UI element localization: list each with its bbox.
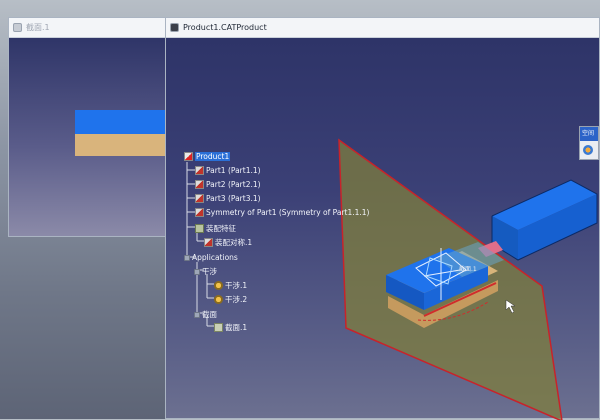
section-preview-title: 截面.1 xyxy=(26,23,50,32)
tree-node-product1[interactable]: Product1 xyxy=(184,152,231,161)
interference-icon xyxy=(214,281,223,290)
part-icon xyxy=(195,208,204,217)
space-analysis-icon[interactable] xyxy=(583,145,593,155)
application-icon xyxy=(194,268,200,275)
section-preview-window[interactable]: 截面.1 xyxy=(8,17,169,237)
part-icon xyxy=(195,180,204,189)
product-icon xyxy=(184,152,193,161)
application-icon xyxy=(194,311,200,318)
tree-node-symmetry-part1[interactable]: Symmetry of Part1 (Symmetry of Part1.1.1… xyxy=(195,208,369,217)
product-window[interactable]: Product1.CATProduct 截面.1 空间 xyxy=(165,17,600,420)
part-icon xyxy=(195,194,204,203)
part-icon xyxy=(204,238,213,247)
product-window-title: Product1.CATProduct xyxy=(183,23,267,32)
tree-node-interference[interactable]: 干涉 xyxy=(194,266,217,277)
section-plane-label: 截面.1 xyxy=(459,265,477,273)
part-icon xyxy=(195,166,204,175)
section-preview-viewport[interactable] xyxy=(9,38,169,236)
tree-node-section-1[interactable]: 截面.1 xyxy=(214,322,247,333)
section-cut-blue-part xyxy=(75,110,169,134)
tree-node-applications[interactable]: Applications xyxy=(184,253,238,262)
application-icon xyxy=(184,254,190,261)
window-app-icon xyxy=(13,23,22,32)
product-window-titlebar[interactable]: Product1.CATProduct xyxy=(166,18,599,38)
space-toolbar-title: 空间 xyxy=(580,127,598,141)
tree-node-assembly-features[interactable]: 装配特征 xyxy=(195,223,236,234)
tree-node-assembly-symmetry[interactable]: 装配对称.1 xyxy=(204,237,252,248)
section-preview-titlebar[interactable]: 截面.1 xyxy=(9,18,167,38)
tree-node-part3[interactable]: Part3 (Part3.1) xyxy=(195,194,261,203)
constraint-icon xyxy=(195,224,204,233)
tree-node-sections[interactable]: 截面 xyxy=(194,309,217,320)
section-icon xyxy=(214,323,223,332)
section-cut-tan-part xyxy=(75,134,169,156)
space-toolbar-popup[interactable]: 空间 xyxy=(579,126,599,160)
tree-node-interference-2[interactable]: 干涉.2 xyxy=(214,294,247,305)
catproduct-icon xyxy=(170,23,179,32)
interference-icon xyxy=(214,295,223,304)
tree-node-part1[interactable]: Part1 (Part1.1) xyxy=(195,166,261,175)
tree-node-part2[interactable]: Part2 (Part2.1) xyxy=(195,180,261,189)
tree-node-interference-1[interactable]: 干涉.1 xyxy=(214,280,247,291)
